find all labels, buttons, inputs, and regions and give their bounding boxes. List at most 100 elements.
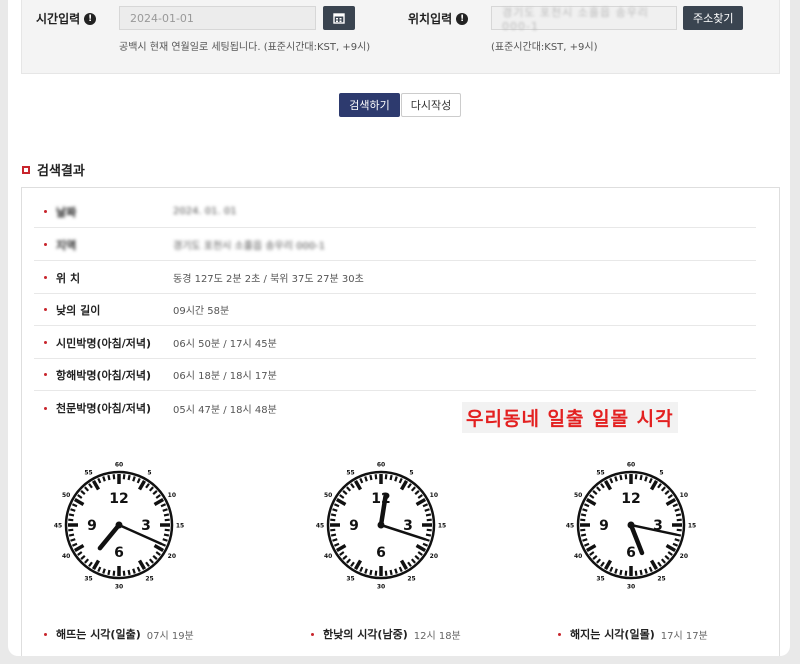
bullet-icon: [311, 632, 314, 636]
location-input-label: 위치입력 !: [408, 10, 469, 27]
clock-tick: [330, 528, 336, 532]
result-row-nautical-twilight: 항해박명(아침/저녁) 06시 18분 / 18시 17분: [34, 359, 756, 391]
clock-face: 6051015202530354045505512369: [54, 462, 184, 591]
clock-tick: [102, 476, 106, 482]
clock-tick: [580, 533, 587, 537]
clock-tick: [425, 533, 432, 537]
clock-tick: [127, 569, 131, 576]
clock-tick: [332, 508, 338, 512]
clock-tick: [122, 570, 126, 576]
address-search-button[interactable]: 주소찾기: [683, 6, 744, 30]
clock-tick: [580, 518, 586, 522]
clock-tick: [644, 476, 648, 482]
clock-minute-label: 50: [574, 492, 582, 499]
clock-hub: [377, 521, 385, 529]
clock-sunset: 60 5 10 15 20 25 30 35 40 45 50 55 12 3 6 9: [566, 453, 696, 595]
caption-sunset: 해지는 시각(일몰) 17시 17분: [558, 626, 708, 642]
clock-minute-label: 40: [62, 553, 70, 560]
clock-tick: [164, 528, 170, 532]
date-input[interactable]: 2024-01-01: [119, 6, 316, 30]
info-icon[interactable]: !: [456, 12, 469, 25]
clock-minute-label: 55: [84, 470, 92, 477]
clock-tick: [70, 538, 76, 542]
clock-face: 6051015202530354045505512369: [316, 462, 446, 591]
caption-transit: 한낮의 시각(남중) 12시 18분: [311, 626, 461, 642]
calendar-button[interactable]: [323, 6, 355, 30]
clock-tick: [384, 474, 388, 480]
clock-tick: [332, 538, 338, 542]
clock-minute-label: 20: [430, 553, 438, 560]
clock-minute-label: 25: [145, 575, 153, 582]
clock-hour-label: 6: [376, 545, 386, 561]
result-row-date: 날짜 2024. 01. 01: [34, 196, 756, 228]
clock-hour-label: 12: [109, 491, 128, 507]
search-form: 시간입력 ! 2024-01-01 공백시 현재 연월일로 세팅됩니다. (표준…: [21, 0, 780, 74]
search-button[interactable]: 검색하기: [339, 93, 400, 117]
info-icon[interactable]: !: [84, 12, 97, 25]
clock-tick: [644, 568, 648, 574]
clock-tick: [374, 570, 378, 576]
clock-tick: [424, 508, 430, 512]
result-row-region: 지역 경기도 포천시 소흘읍 송우리 000-1: [34, 229, 756, 261]
section-square-icon: [22, 165, 30, 174]
clock-minute-label: 5: [147, 470, 151, 477]
bullet-icon: [44, 243, 47, 246]
clock-minute-label: 15: [438, 523, 446, 530]
clock-minute-label: 60: [115, 462, 123, 469]
clock-tick: [394, 476, 398, 482]
clock-tick: [330, 533, 337, 537]
caption-sunrise: 해뜨는 시각(일출) 07시 19분: [44, 626, 194, 642]
clock-minute-label: 5: [409, 470, 413, 477]
reset-button[interactable]: 다시작성: [401, 93, 461, 117]
clock-minute-label: 45: [566, 523, 574, 530]
clock-minute-label: 35: [596, 575, 604, 582]
bullet-icon: [44, 406, 47, 410]
clock-minute-label: 40: [574, 553, 582, 560]
clock-tick: [676, 528, 682, 532]
clock-tick: [330, 513, 337, 517]
clock-minute-label: 45: [316, 523, 324, 530]
bullet-icon: [44, 373, 47, 376]
bullet-icon: [44, 276, 47, 279]
clock-tick: [369, 474, 373, 481]
location-input[interactable]: 경기도 포천시 소흘읍 송우리 000-1: [491, 6, 677, 33]
clock-minute-label: 40: [324, 553, 332, 560]
clock-sunrise: 60 5 10 15 20 25 30 35 40 45 50 55 12 3 6 9: [54, 453, 184, 595]
clock-tick: [394, 568, 398, 574]
clock-minute-label: 10: [680, 492, 688, 499]
clock-tick: [68, 513, 75, 517]
clock-tick: [582, 538, 588, 542]
clock-tick: [426, 528, 432, 532]
bullet-icon: [558, 632, 561, 636]
clock-minute-label: 35: [346, 575, 354, 582]
clock-minute-label: 60: [377, 462, 385, 469]
clock-minute-label: 55: [346, 470, 354, 477]
clock-tick: [112, 570, 116, 576]
time-help-text: 공백시 현재 연월일로 세팅됩니다. (표준시간대:KST, +9시): [119, 42, 371, 53]
clock-tick: [364, 568, 368, 574]
clock-tick: [639, 474, 643, 481]
clock-minute-label: 30: [627, 584, 635, 591]
clock-tick: [164, 518, 170, 522]
bullet-icon: [44, 632, 47, 636]
clock-minute-label: 5: [659, 470, 663, 477]
clock-hour-label: 6: [114, 545, 124, 561]
clock-minute-label: 25: [657, 575, 665, 582]
clock-hour-label: 9: [349, 518, 359, 534]
clock-tick: [70, 508, 76, 512]
clock-tick: [162, 508, 168, 512]
clock-tick: [674, 538, 680, 542]
clock-hour-label: 12: [371, 491, 390, 507]
clock-tick: [426, 518, 432, 522]
clock-hour-label: 3: [141, 518, 151, 534]
clock-hour-label: 9: [87, 518, 97, 534]
clock-minute-label: 10: [430, 492, 438, 499]
clock-minute-label: 15: [176, 523, 184, 530]
result-row-position: 위 치 동경 127도 2분 2초 / 북위 37도 27분 30초: [34, 262, 756, 294]
results-title: 검색결과: [22, 160, 85, 179]
clock-tick: [330, 518, 336, 522]
clock-tick: [102, 568, 106, 574]
clock-tick: [389, 569, 393, 576]
clock-tick: [369, 569, 373, 576]
clock-minute-label: 50: [62, 492, 70, 499]
